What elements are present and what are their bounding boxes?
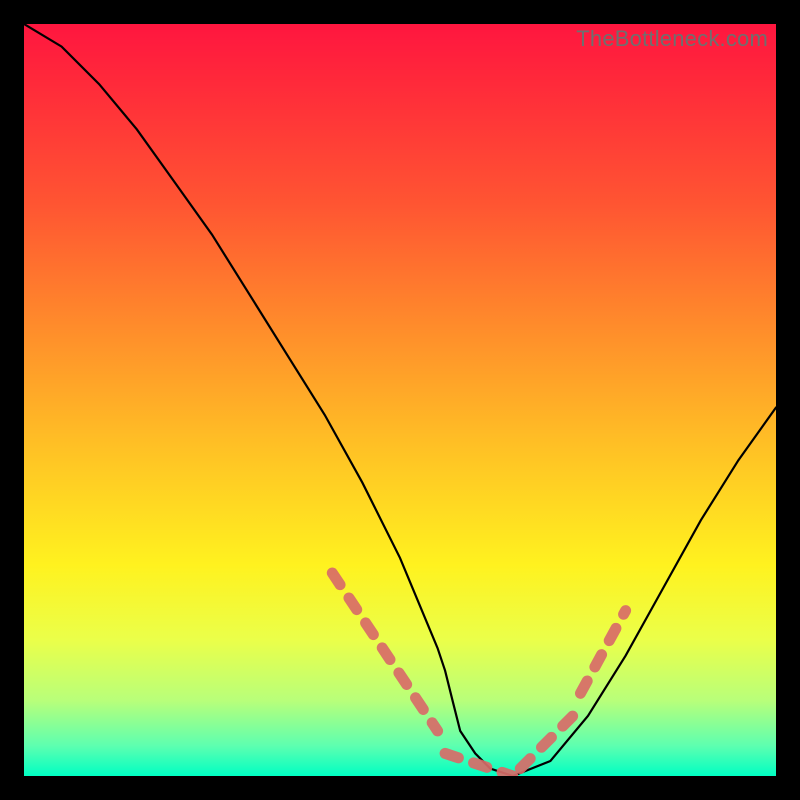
plot-area: TheBottleneck.com xyxy=(24,24,776,776)
chart-container: TheBottleneck.com xyxy=(0,0,800,800)
curve-group xyxy=(24,24,776,776)
main-curve xyxy=(24,24,776,776)
curve-svg xyxy=(24,24,776,776)
dash-segment-0 xyxy=(332,573,437,731)
dash-segment-3 xyxy=(581,611,626,694)
dash-group xyxy=(332,573,625,776)
